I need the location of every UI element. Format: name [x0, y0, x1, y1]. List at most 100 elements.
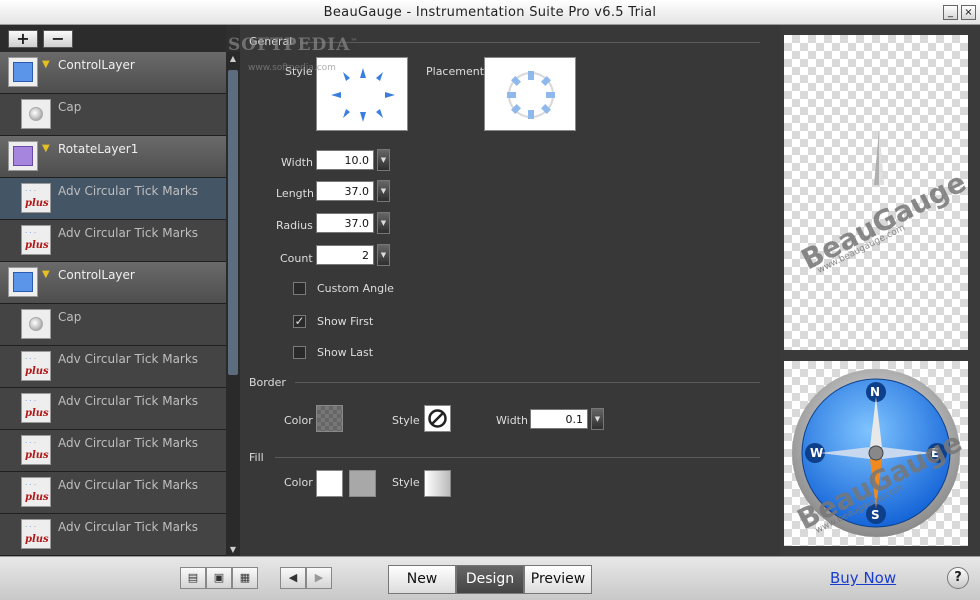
border-width-input[interactable]: 0.1 — [530, 409, 588, 429]
radius-label: Radius — [276, 219, 313, 232]
border-color-swatch[interactable] — [316, 405, 343, 432]
length-input[interactable]: 37.0 — [316, 181, 374, 201]
border-color-label: Color — [284, 414, 313, 427]
fill-style-label: Style — [392, 476, 420, 489]
border-width-label: Width — [496, 414, 528, 427]
layer-scrollbar[interactable]: ▲ ▼ — [226, 52, 240, 556]
layer-label: Adv Circular Tick Marks — [58, 478, 199, 492]
fill-style-gradient-button[interactable] — [424, 470, 451, 497]
layer-item[interactable]: · · · plus Adv Circular Tick Marks — [0, 472, 226, 514]
buy-now-link[interactable]: Buy Now — [830, 569, 896, 587]
remove-layer-button[interactable]: − — [43, 30, 73, 48]
radius-input[interactable]: 37.0 — [316, 213, 374, 233]
scroll-up-icon[interactable]: ▲ — [226, 54, 240, 63]
preview-tab[interactable]: Preview — [524, 565, 592, 594]
title-bar: BeauGauge - Instrumentation Suite Pro v6… — [0, 0, 980, 25]
layer-item[interactable]: ▼ ControlLayer — [0, 262, 226, 304]
custom-angle-checkbox[interactable] — [293, 282, 306, 295]
compass-north-label: N — [870, 385, 881, 399]
open-folder-icon[interactable]: ▤ — [180, 567, 206, 589]
next-arrow-icon[interactable]: ▶ — [306, 567, 332, 589]
divider — [275, 457, 760, 458]
fill-color-swatch-primary[interactable] — [316, 470, 343, 497]
tick-marks-plus-icon: · · · plus — [21, 435, 51, 465]
layer-item[interactable]: · · · plus Adv Circular Tick Marks — [0, 388, 226, 430]
length-dropdown-icon[interactable]: ▼ — [377, 180, 390, 202]
expand-triangle-icon[interactable]: ▼ — [42, 59, 50, 70]
layer-item[interactable]: · · · plus Adv Circular Tick Marks — [0, 346, 226, 388]
length-label: Length — [276, 187, 314, 200]
tick-marks-plus-icon: · · · plus — [21, 477, 51, 507]
layer-list: ▼ ControlLayer Cap ▼ RotateLayer1 · · · p… — [0, 52, 226, 556]
layer-item[interactable]: ▼ ControlLayer — [0, 52, 226, 94]
layer-label: Adv Circular Tick Marks — [58, 520, 199, 534]
border-style-button[interactable] — [424, 405, 451, 432]
fill-section-label: Fill — [249, 451, 264, 464]
add-layer-button[interactable]: + — [8, 30, 38, 48]
previous-arrow-icon[interactable]: ◀ — [280, 567, 306, 589]
softpedia-url-watermark: www.softpedia.com — [248, 63, 336, 73]
design-tab[interactable]: Design — [456, 565, 524, 594]
expand-triangle-icon[interactable]: ▼ — [42, 143, 50, 154]
no-style-icon — [428, 409, 447, 428]
properties-panel: General Style Placement Width 10.0 ▼ Len… — [240, 25, 780, 556]
layer-item[interactable]: · · · plus Adv Circular Tick Marks — [0, 430, 226, 472]
placement-preview-icon — [507, 71, 555, 119]
tick-marks-plus-icon: · · · plus — [21, 351, 51, 381]
custom-angle-label: Custom Angle — [317, 282, 394, 295]
layer-label: Adv Circular Tick Marks — [58, 394, 199, 408]
width-dropdown-icon[interactable]: ▼ — [377, 149, 390, 171]
preview-panel: BeauGauge www.beaugauge.com N S W E Beau… — [780, 25, 980, 556]
layer-label: Cap — [58, 100, 82, 114]
tick-marks-plus-icon: · · · plus — [21, 519, 51, 549]
layer-label: Cap — [58, 310, 82, 324]
tick-marks-plus-icon: · · · plus — [21, 393, 51, 423]
border-width-dropdown-icon[interactable]: ▼ — [591, 408, 604, 430]
layer-toolbar: + − — [0, 25, 226, 52]
count-input[interactable]: 2 — [316, 245, 374, 265]
placement-label: Placement — [426, 65, 485, 78]
layer-item[interactable]: · · · plus Adv Circular Tick Marks — [0, 178, 226, 220]
expand-triangle-icon[interactable]: ▼ — [42, 269, 50, 280]
rotate-layer-icon — [8, 141, 38, 171]
scroll-down-icon[interactable]: ▼ — [226, 545, 240, 554]
help-button[interactable]: ? — [947, 567, 969, 589]
show-first-checkbox[interactable]: ✓ — [293, 315, 306, 328]
show-last-label: Show Last — [317, 346, 374, 359]
layer-item[interactable]: · · · plus Adv Circular Tick Marks — [0, 220, 226, 262]
layer-item[interactable]: Cap — [0, 304, 226, 346]
tick-marks-plus-icon: · · · plus — [21, 183, 51, 213]
fill-color-swatch-secondary[interactable] — [349, 470, 376, 497]
radius-dropdown-icon[interactable]: ▼ — [377, 212, 390, 234]
show-last-checkbox[interactable] — [293, 346, 306, 359]
layer-label: Adv Circular Tick Marks — [58, 184, 199, 198]
width-label: Width — [281, 156, 313, 169]
bottom-toolbar: ▤ ▣ ▦ ◀ ▶ New Design Preview Buy Now ? — [0, 556, 980, 600]
width-input[interactable]: 10.0 — [316, 150, 374, 170]
placement-thumbnail[interactable] — [484, 57, 576, 131]
layer-item[interactable]: Cap — [0, 94, 226, 136]
border-section-label: Border — [249, 376, 286, 389]
layer-item[interactable]: ▼ RotateLayer1 — [0, 136, 226, 178]
compass-south-label: S — [871, 508, 880, 522]
save-icon[interactable]: ▣ — [206, 567, 232, 589]
tick-marks-plus-icon: · · · plus — [21, 225, 51, 255]
save-as-icon[interactable]: ▦ — [232, 567, 258, 589]
show-first-label: Show First — [317, 315, 374, 328]
needle-preview-icon — [874, 130, 884, 185]
layer-sidebar: + − ▼ ControlLayer Cap ▼ RotateLayer1 · … — [0, 25, 240, 556]
scroll-thumb[interactable] — [228, 70, 238, 375]
new-button[interactable]: New — [388, 565, 456, 594]
layer-label: Adv Circular Tick Marks — [58, 352, 199, 366]
softpedia-watermark: SOFTPEDIA™ — [228, 35, 359, 55]
count-dropdown-icon[interactable]: ▼ — [377, 244, 390, 266]
layer-label: ControlLayer — [58, 268, 135, 282]
minimize-button[interactable]: _ — [943, 5, 958, 20]
count-label: Count — [280, 252, 313, 265]
layer-label: ControlLayer — [58, 58, 135, 72]
layer-label: RotateLayer1 — [58, 142, 139, 156]
cap-icon — [21, 309, 51, 339]
close-button[interactable]: × — [961, 5, 976, 20]
layer-item[interactable]: · · · plus Adv Circular Tick Marks — [0, 514, 226, 556]
layer-label: Adv Circular Tick Marks — [58, 436, 199, 450]
